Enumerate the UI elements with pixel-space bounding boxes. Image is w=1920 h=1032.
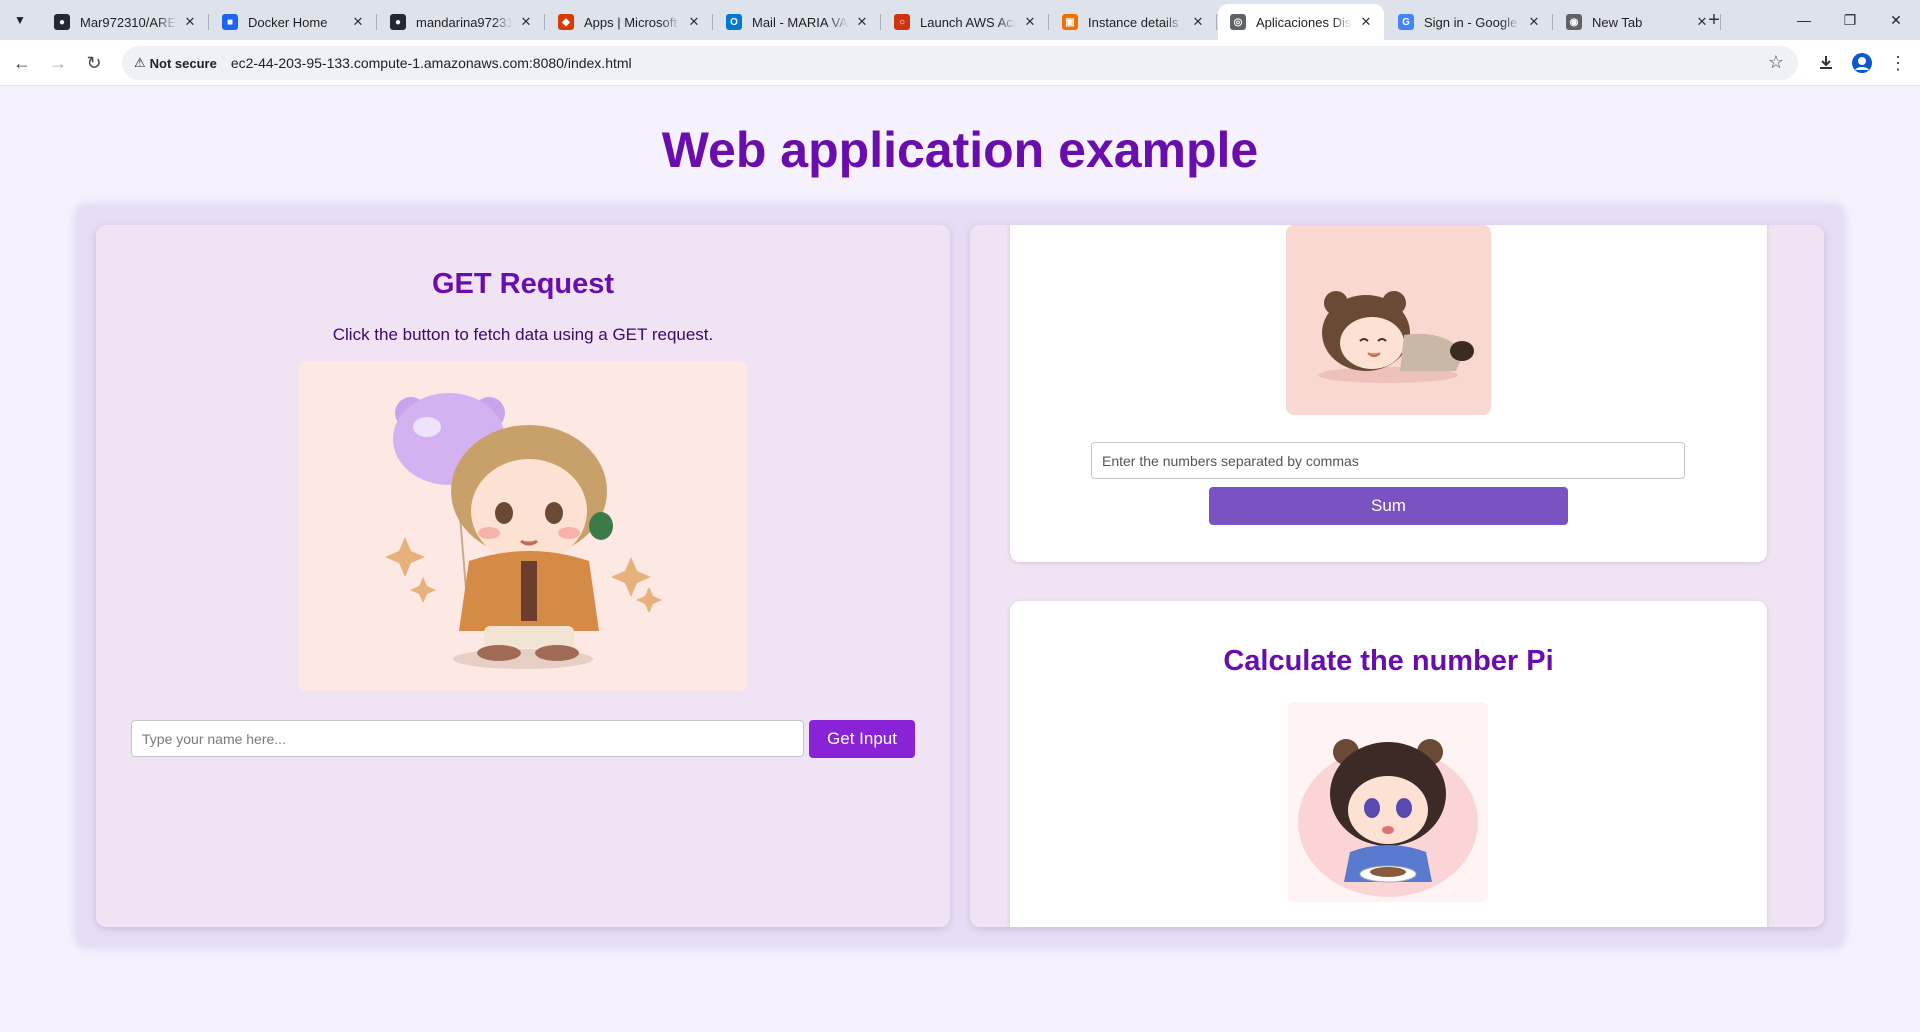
tab-separator (1216, 14, 1217, 30)
balloon-character-illustration (299, 361, 747, 691)
menu-button[interactable]: ⋮ (1884, 49, 1912, 77)
browser-tab[interactable]: ◎ Aplicaciones Distribuidas ✕ (1218, 4, 1384, 40)
get-input-button[interactable]: Get Input (809, 720, 915, 758)
tab-separator (1552, 14, 1553, 30)
close-window-button[interactable]: ✕ (1882, 6, 1910, 34)
minimize-icon: — (1797, 12, 1811, 28)
reload-icon: ↻ (86, 52, 102, 73)
name-input[interactable] (131, 720, 804, 757)
close-tab-icon[interactable]: ✕ (350, 14, 366, 30)
download-icon (1820, 56, 1832, 69)
back-button[interactable]: ← (8, 49, 36, 77)
docker-icon: ■ (222, 14, 238, 30)
pi-heading: Calculate the number Pi (1223, 645, 1554, 677)
aws-icon: ▣ (1062, 14, 1078, 30)
get-request-description: Click the button to fetch data using a G… (332, 325, 714, 344)
google-icon: G (1398, 14, 1414, 30)
tab-title: Docker Home (248, 14, 328, 30)
browser-tab[interactable]: ● mandarina972310 ✕ (378, 4, 545, 40)
tab-separator (544, 14, 545, 30)
outlook-icon: O (726, 14, 742, 30)
tab-separator (376, 14, 377, 30)
arrow-left-icon: ← (13, 52, 31, 73)
tab-title: Sign in - Google Accounts (1424, 14, 1520, 30)
profile-button[interactable] (1848, 49, 1876, 77)
close-tab-icon[interactable]: ✕ (686, 14, 702, 30)
bear-character-illustration (1286, 225, 1491, 415)
browser-tab[interactable]: G Sign in - Google Accounts ✕ (1386, 4, 1553, 40)
close-tab-icon[interactable]: ✕ (1190, 14, 1206, 30)
tab-title: Mar972310/AREP (80, 14, 176, 30)
forward-button[interactable]: → (44, 49, 72, 77)
github-icon: ● (54, 14, 70, 30)
tab-title: New Tab (1592, 14, 1643, 30)
tab-separator (712, 14, 713, 30)
close-tab-icon[interactable]: ✕ (518, 14, 534, 30)
address-bar[interactable]: ⚠ Not secure ec2-44-203-95-133.compute-1… (122, 46, 1798, 80)
tab-separator (208, 14, 209, 30)
restore-icon: ❐ (1843, 11, 1857, 28)
plus-icon: + (1708, 8, 1720, 31)
close-tab-icon[interactable]: ✕ (1526, 14, 1542, 30)
arrow-right-icon: → (49, 52, 67, 73)
tab-title: Instance details | EC2 (1088, 14, 1184, 30)
minimize-button[interactable]: — (1790, 6, 1818, 34)
restore-button[interactable]: ❐ (1836, 6, 1864, 34)
browser-tab[interactable]: ▣ Instance details | EC2 ✕ (1050, 4, 1217, 40)
reload-button[interactable]: ↻ (80, 49, 108, 77)
browser-tab[interactable]: ● Mar972310/AREP ✕ (42, 4, 209, 40)
globe-icon: ◎ (1230, 14, 1246, 30)
profile-avatar-icon (1852, 53, 1872, 73)
github-icon: ● (390, 14, 406, 30)
tab-title: Launch AWS Academy (920, 14, 1016, 30)
download-button[interactable] (1812, 49, 1840, 77)
close-icon: ✕ (1890, 11, 1902, 28)
numbers-input[interactable] (1091, 442, 1685, 479)
tab-separator (880, 14, 881, 30)
browser-tab[interactable]: ■ Docker Home ✕ (210, 4, 377, 40)
get-request-heading: GET Request (431, 268, 615, 300)
page-viewport: Web application example GET Request Clic… (0, 87, 1920, 1032)
pi-card: Calculate the number Pi (1010, 601, 1767, 927)
not-secure-label[interactable]: Not secure (150, 56, 217, 71)
sum-button[interactable]: Sum (1209, 487, 1568, 525)
browser-tab[interactable]: O Mail - MARIA VAL ✕ (714, 4, 881, 40)
kebab-menu-icon: ⋮ (1889, 52, 1907, 73)
aws-academy-icon: ○ (894, 14, 910, 30)
url-text[interactable]: ec2-44-203-95-133.compute-1.amazonaws.co… (231, 55, 632, 71)
chevron-down-icon: ▼ (14, 13, 26, 27)
close-tab-icon[interactable]: ✕ (1358, 14, 1374, 30)
browser-tab[interactable]: ◉ New Tab ✕ (1554, 4, 1721, 40)
tab-title: Mail - MARIA VAL (752, 14, 848, 30)
tab-search-button[interactable]: ▼ (6, 6, 34, 34)
browser-toolbar: ← → ↻ ⚠ Not secure ec2-44-203-95-133.com… (0, 40, 1920, 86)
browser-tab[interactable]: ◆ Apps | Microsoft 365 ✕ (546, 4, 713, 40)
bookmark-star-icon[interactable]: ☆ (1768, 52, 1784, 73)
page-title: Web application example (661, 122, 1259, 178)
close-tab-icon[interactable]: ✕ (1022, 14, 1038, 30)
close-tab-icon[interactable]: ✕ (182, 14, 198, 30)
tab-title: mandarina972310 (416, 14, 512, 30)
tab-title: Apps | Microsoft 365 (584, 14, 680, 30)
browser-tab[interactable]: ○ Launch AWS Academy ✕ (882, 4, 1049, 40)
right-scroll-panel[interactable]: Sum Calculate the number Pi (970, 225, 1824, 927)
tab-strip: ▼ ● Mar972310/AREP ✕ ■ Docker Home ✕ ● mandarin… (0, 0, 1920, 40)
eating-character-illustration (1288, 702, 1488, 902)
get-request-panel: GET Request Click the button to fetch da… (96, 225, 950, 927)
tab-title: Aplicaciones Distribuidas (1256, 14, 1352, 30)
sum-card: Sum (1010, 225, 1767, 562)
warning-triangle-icon: ⚠ (134, 55, 146, 70)
microsoft365-icon: ◆ (558, 14, 574, 30)
tab-separator (1048, 14, 1049, 30)
new-tab-button[interactable]: + (1702, 8, 1726, 32)
close-tab-icon[interactable]: ✕ (854, 14, 870, 30)
chrome-icon: ◉ (1566, 14, 1582, 30)
